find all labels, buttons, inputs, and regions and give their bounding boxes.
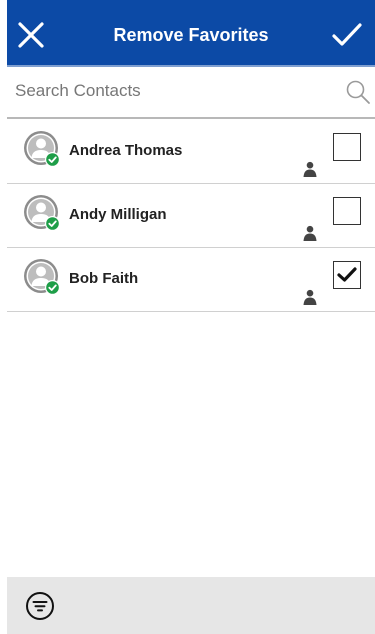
contact-row[interactable]: Andrea Thomas — [7, 120, 375, 184]
search-input[interactable] — [7, 67, 345, 115]
avatar-icon — [24, 195, 60, 231]
person-icon — [303, 225, 317, 241]
avatar-icon — [24, 259, 60, 295]
contact-name: Andy Milligan — [69, 206, 167, 223]
contact-list: Andrea Thomas Andy Milligan Bob Faith — [7, 120, 375, 312]
contact-name: Andrea Thomas — [69, 142, 183, 159]
filter-icon[interactable] — [25, 591, 55, 621]
favorite-checkbox[interactable] — [333, 197, 361, 225]
app-frame: Remove Favorites Andrea Th — [7, 0, 375, 634]
check-icon — [337, 267, 357, 282]
person-icon — [303, 289, 317, 305]
favorite-checkbox[interactable] — [333, 133, 361, 161]
page-title: Remove Favorites — [113, 25, 269, 45]
avatar-icon — [24, 131, 60, 167]
favorite-checkbox[interactable] — [333, 261, 361, 289]
contact-row[interactable]: Bob Faith — [7, 248, 375, 312]
header-bar: Remove Favorites — [7, 0, 375, 67]
footer-bar — [7, 577, 375, 634]
search-bar — [7, 67, 375, 119]
checkmark-icon — [332, 23, 362, 46]
person-icon — [303, 161, 317, 177]
contact-row[interactable]: Andy Milligan — [7, 184, 375, 248]
contact-name: Bob Faith — [69, 270, 139, 287]
confirm-button[interactable] — [329, 17, 365, 53]
search-icon[interactable] — [345, 79, 371, 105]
